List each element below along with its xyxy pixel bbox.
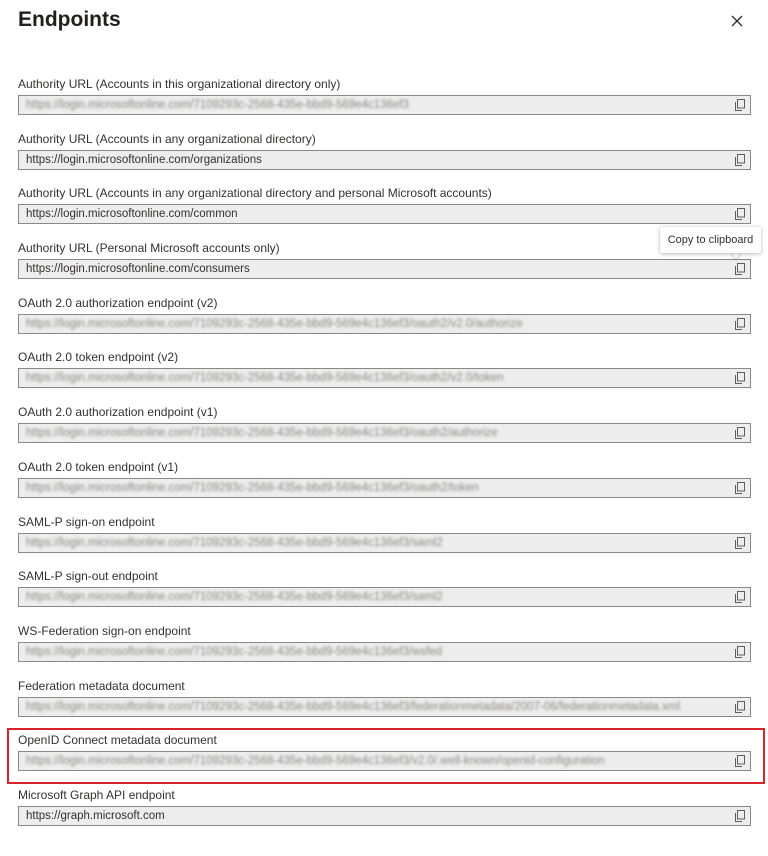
endpoint-value-box[interactable]: https://login.microsoftonline.com/710929… [18, 641, 751, 662]
endpoint-value-box[interactable]: https://graph.microsoft.com [18, 805, 751, 826]
copy-button[interactable] [733, 371, 747, 385]
endpoint-value-box[interactable]: https://login.microsoftonline.com/organi… [18, 149, 751, 170]
copy-button[interactable] [733, 481, 747, 495]
copy-button[interactable] [733, 590, 747, 604]
endpoint-label: OpenID Connect metadata document [18, 733, 217, 748]
endpoint-value-box[interactable]: https://login.microsoftonline.com/710929… [18, 751, 751, 772]
copy-icon [735, 99, 745, 111]
copy-button[interactable] [733, 809, 747, 823]
copy-button[interactable] [733, 98, 747, 112]
copy-tooltip: Copy to clipboard [660, 227, 761, 253]
endpoint-value-box[interactable]: https://login.microsoftonline.com/consum… [18, 259, 751, 280]
endpoint-field: WS-Federation sign-on endpoint https://l… [18, 623, 751, 678]
copy-button[interactable] [733, 153, 747, 167]
endpoint-value[interactable]: https://login.microsoftonline.com/710929… [26, 317, 523, 332]
endpoint-value[interactable]: https://login.microsoftonline.com/organi… [26, 153, 262, 168]
copy-icon [735, 536, 745, 549]
copy-icon [735, 700, 745, 713]
copy-icon [735, 481, 745, 494]
endpoint-field: Authority URL (Accounts in any organizat… [18, 185, 751, 240]
copy-icon [735, 263, 745, 276]
endpoint-value-box[interactable]: https://login.microsoftonline.com/710929… [18, 696, 751, 717]
endpoint-value-box[interactable]: https://login.microsoftonline.com/710929… [18, 313, 751, 334]
endpoint-label: OAuth 2.0 authorization endpoint (v1) [18, 405, 218, 420]
endpoint-value[interactable]: https://login.microsoftonline.com/710929… [26, 426, 498, 441]
endpoint-value[interactable]: https://login.microsoftonline.com/710929… [26, 536, 443, 551]
endpoint-value-box[interactable]: https://login.microsoftonline.com/710929… [18, 95, 751, 115]
endpoint-label: Authority URL (Personal Microsoft accoun… [18, 241, 280, 256]
endpoint-value[interactable]: https://login.microsoftonline.com/710929… [26, 98, 409, 113]
endpoint-field: SAML-P sign-on endpoint https://login.mi… [18, 514, 751, 569]
close-button[interactable] [727, 11, 747, 31]
endpoint-label: OAuth 2.0 token endpoint (v1) [18, 459, 179, 474]
copy-icon [735, 645, 745, 658]
endpoint-value[interactable]: https://login.microsoftonline.com/710929… [26, 371, 504, 386]
endpoint-label: OAuth 2.0 token endpoint (v2) [18, 350, 179, 365]
endpoint-field: OAuth 2.0 token endpoint (v2) https://lo… [18, 349, 751, 404]
copy-icon [735, 153, 745, 166]
endpoint-label: Authority URL (Accounts in any organizat… [18, 186, 492, 201]
endpoint-value[interactable]: https://login.microsoftonline.com/710929… [26, 645, 442, 660]
endpoint-label: Authority URL (Accounts in this organiza… [18, 77, 341, 91]
endpoint-field: OAuth 2.0 authorization endpoint (v1) ht… [18, 404, 751, 459]
endpoint-label: SAML-P sign-on endpoint [18, 514, 155, 529]
copy-icon [735, 372, 745, 385]
endpoint-field: OAuth 2.0 token endpoint (v1) https://lo… [18, 459, 751, 514]
endpoint-field: SAML-P sign-out endpoint https://login.m… [18, 568, 751, 623]
endpoint-value-box[interactable]: https://login.microsoftonline.com/710929… [18, 532, 751, 553]
endpoint-label: WS-Federation sign-on endpoint [18, 623, 191, 638]
copy-icon [735, 755, 745, 768]
endpoint-value[interactable]: https://login.microsoftonline.com/consum… [26, 262, 250, 277]
endpoint-value[interactable]: https://login.microsoftonline.com/710929… [26, 481, 479, 496]
endpoint-field: Authority URL (Personal Microsoft accoun… [18, 240, 751, 295]
endpoint-value[interactable]: https://graph.microsoft.com [26, 809, 165, 824]
copy-button[interactable] [733, 536, 747, 550]
copy-button[interactable] [733, 207, 747, 221]
close-icon [731, 15, 743, 27]
endpoint-value[interactable]: https://login.microsoftonline.com/710929… [26, 754, 605, 769]
endpoint-label: Authority URL (Accounts in any organizat… [18, 131, 316, 146]
copy-button[interactable] [733, 426, 747, 440]
copy-icon [735, 591, 745, 604]
endpoint-value-box[interactable]: https://login.microsoftonline.com/710929… [18, 423, 751, 444]
endpoint-value[interactable]: https://login.microsoftonline.com/common [26, 207, 238, 222]
endpoint-value-box[interactable]: https://login.microsoftonline.com/710929… [18, 477, 751, 498]
endpoint-label: Microsoft Graph API endpoint [18, 787, 175, 802]
endpoint-label: SAML-P sign-out endpoint [18, 569, 158, 584]
endpoint-field: Federation metadata document https://log… [18, 678, 751, 733]
copy-icon [735, 208, 745, 221]
endpoint-value[interactable]: https://login.microsoftonline.com/710929… [26, 590, 443, 605]
copy-button[interactable] [733, 262, 747, 276]
copy-button[interactable] [733, 754, 747, 768]
endpoint-value-box[interactable]: https://login.microsoftonline.com/710929… [18, 587, 751, 608]
endpoint-value-box[interactable]: https://login.microsoftonline.com/710929… [18, 368, 751, 389]
endpoint-field: Authority URL (Accounts in this organiza… [18, 76, 751, 131]
copy-icon [735, 317, 745, 330]
endpoint-value[interactable]: https://login.microsoftonline.com/710929… [26, 700, 680, 715]
endpoint-value-box[interactable]: https://login.microsoftonline.com/common [18, 204, 751, 225]
endpoint-field: OpenID Connect metadata document https:/… [18, 732, 751, 787]
copy-button[interactable] [733, 317, 747, 331]
copy-button[interactable] [733, 700, 747, 714]
endpoint-label: OAuth 2.0 authorization endpoint (v2) [18, 295, 218, 310]
endpoint-field: Authority URL (Accounts in any organizat… [18, 131, 751, 186]
endpoint-field: OAuth 2.0 authorization endpoint (v2) ht… [18, 295, 751, 350]
endpoint-list: Authority URL (Accounts in this organiza… [18, 76, 751, 842]
endpoint-label: Federation metadata document [18, 678, 185, 693]
copy-button[interactable] [733, 645, 747, 659]
copy-icon [735, 809, 745, 822]
panel-title: Endpoints [18, 8, 121, 31]
endpoint-field: Microsoft Graph API endpoint https://gra… [18, 787, 751, 842]
copy-icon [735, 427, 745, 440]
